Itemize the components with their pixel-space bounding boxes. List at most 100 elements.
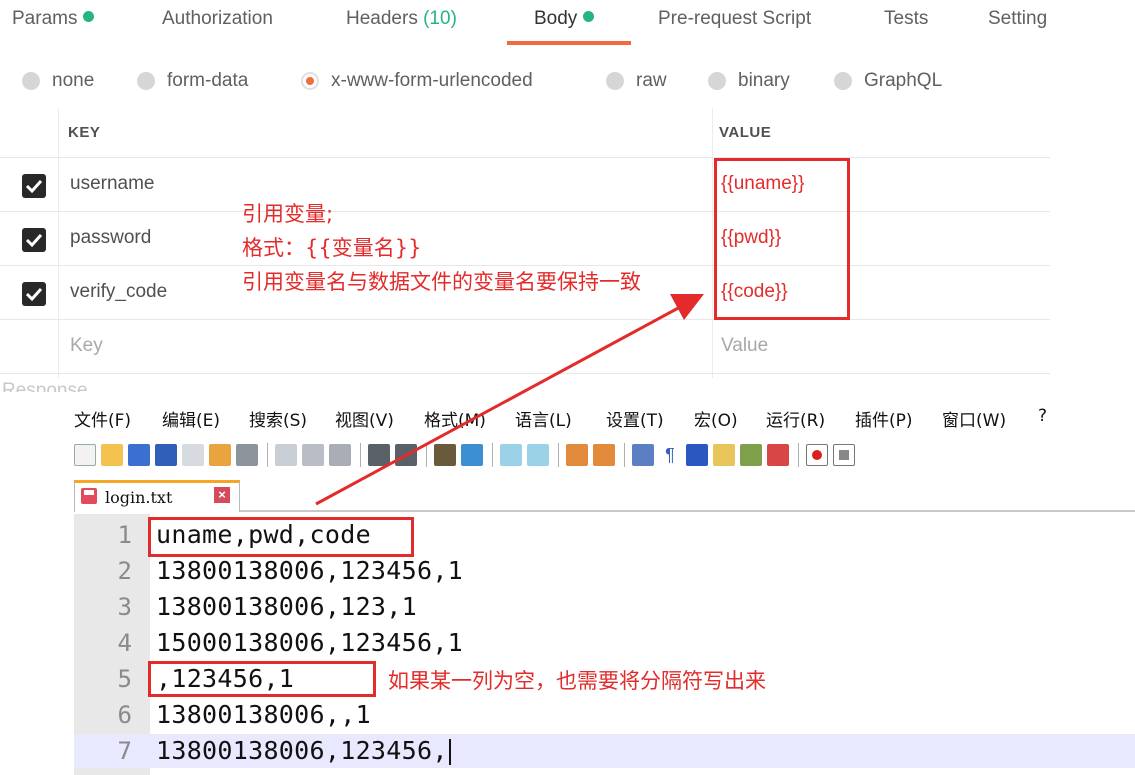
- line-number: 4: [117, 629, 132, 657]
- undo-icon[interactable]: [368, 444, 390, 466]
- file-tab-login[interactable]: login.txt ×: [74, 480, 240, 512]
- radio-x-www-form-urlencoded[interactable]: x-www-form-urlencoded: [301, 70, 533, 92]
- response-label: Response: [2, 380, 88, 392]
- tab-authorization[interactable]: Authorization: [162, 8, 273, 30]
- row-checkbox[interactable]: [22, 228, 46, 252]
- close-all-icon[interactable]: [209, 444, 231, 466]
- toolbar: ¶: [74, 440, 1135, 470]
- menu-plugins[interactable]: 插件(P): [855, 406, 913, 431]
- value-column-header: VALUE: [719, 124, 772, 141]
- postman-request-panel: Params Authorization Headers (10) Body P…: [0, 0, 1050, 392]
- menu-help[interactable]: ?: [1038, 406, 1047, 426]
- line-number: 7: [117, 737, 132, 765]
- toolbar-separator: [360, 443, 361, 467]
- menu-file[interactable]: 文件(F): [74, 406, 131, 431]
- params-status-dot: [83, 11, 95, 23]
- key-column-header: KEY: [68, 124, 101, 141]
- close-file-icon[interactable]: [182, 444, 204, 466]
- radio-raw[interactable]: raw: [606, 70, 667, 92]
- redo-icon[interactable]: [395, 444, 417, 466]
- notepad-window: 文件(F) 编辑(E) 搜索(S) 视图(V) 格式(M) 语言(L) 设置(T…: [74, 392, 1135, 775]
- table-header: KEY VALUE: [0, 108, 1050, 158]
- tab-body[interactable]: Body: [534, 8, 595, 30]
- new-key-input[interactable]: Key: [70, 335, 103, 357]
- find-icon[interactable]: [434, 444, 456, 466]
- menu-edit[interactable]: 编辑(E): [162, 406, 220, 431]
- zoom-in-icon[interactable]: [500, 444, 522, 466]
- text-caret: [448, 739, 451, 765]
- doc-map-icon[interactable]: [713, 444, 735, 466]
- folder-workspace-icon[interactable]: [767, 444, 789, 466]
- radio-binary[interactable]: binary: [708, 70, 790, 92]
- line-text[interactable]: 13800138006,123456,1: [156, 556, 463, 585]
- highlight-box-values: [714, 158, 850, 320]
- table-row-new: Key Value: [0, 320, 1050, 374]
- menu-settings[interactable]: 设置(T): [606, 406, 664, 431]
- request-tabs: Params Authorization Headers (10) Body P…: [0, 0, 1050, 48]
- annotation-keep-consistent: 引用变量名与数据文件的变量名要保持一致: [242, 270, 641, 294]
- row-checkbox[interactable]: [22, 174, 46, 198]
- toolbar-separator: [798, 443, 799, 467]
- radio-form-data[interactable]: form-data: [137, 70, 248, 92]
- tab-tests[interactable]: Tests: [884, 8, 928, 30]
- line-text[interactable]: 15000138006,123456,1: [156, 628, 463, 657]
- check-icon: [25, 287, 43, 302]
- tab-params[interactable]: Params: [12, 8, 95, 30]
- word-wrap-icon[interactable]: [632, 444, 654, 466]
- menu-format[interactable]: 格式(M): [424, 406, 486, 431]
- function-list-icon[interactable]: [740, 444, 762, 466]
- check-icon: [25, 233, 43, 248]
- body-status-dot: [583, 11, 595, 23]
- menu-language[interactable]: 语言(L): [515, 406, 572, 431]
- menu-run[interactable]: 运行(R): [766, 406, 825, 431]
- radio-circle-icon: [22, 72, 40, 90]
- cut-icon[interactable]: [275, 444, 297, 466]
- key-cell[interactable]: username: [70, 173, 155, 195]
- stop-macro-icon[interactable]: [833, 444, 855, 466]
- save-icon[interactable]: [128, 444, 150, 466]
- line-number: 6: [117, 701, 132, 729]
- line-text[interactable]: 13800138006,123,1: [156, 592, 417, 621]
- replace-icon[interactable]: [461, 444, 483, 466]
- menu-bar: 文件(F) 编辑(E) 搜索(S) 视图(V) 格式(M) 语言(L) 设置(T…: [74, 406, 1135, 432]
- record-macro-icon[interactable]: [806, 444, 828, 466]
- line-text[interactable]: 13800138006,,1: [156, 700, 371, 729]
- row-checkbox[interactable]: [22, 282, 46, 306]
- radio-selected-icon: [301, 72, 319, 90]
- sync-horizontal-icon[interactable]: [593, 444, 615, 466]
- active-tab-underline: [507, 41, 631, 45]
- new-value-input[interactable]: Value: [721, 335, 768, 357]
- editor-line: 4 15000138006,123456,1: [74, 626, 1135, 660]
- annotation-format: 格式：{{变量名}}: [242, 236, 422, 260]
- radio-circle-icon: [137, 72, 155, 90]
- indent-guide-icon[interactable]: [686, 444, 708, 466]
- close-tab-icon[interactable]: ×: [214, 487, 230, 503]
- zoom-out-icon[interactable]: [527, 444, 549, 466]
- paste-icon[interactable]: [329, 444, 351, 466]
- editor-line-current: 7 13800138006,123456,: [74, 734, 1135, 768]
- print-icon[interactable]: [236, 444, 258, 466]
- radio-circle-icon: [708, 72, 726, 90]
- line-text[interactable]: 13800138006,123456,: [156, 736, 451, 765]
- key-cell[interactable]: verify_code: [70, 281, 167, 303]
- open-file-icon[interactable]: [101, 444, 123, 466]
- menu-view[interactable]: 视图(V): [335, 406, 394, 431]
- menu-macro[interactable]: 宏(O): [694, 406, 738, 431]
- toolbar-separator: [624, 443, 625, 467]
- new-file-icon[interactable]: [74, 444, 96, 466]
- show-all-chars-icon[interactable]: ¶: [659, 444, 681, 466]
- save-all-icon[interactable]: [155, 444, 177, 466]
- editor-line: 6 13800138006,,1: [74, 698, 1135, 732]
- menu-window[interactable]: 窗口(W): [942, 406, 1006, 431]
- tab-pre-request-script[interactable]: Pre-request Script: [658, 8, 811, 30]
- radio-none[interactable]: none: [22, 70, 94, 92]
- menu-search[interactable]: 搜索(S): [249, 406, 307, 431]
- radio-graphql[interactable]: GraphQL: [834, 70, 942, 92]
- tab-settings[interactable]: Setting: [988, 8, 1047, 30]
- sync-vertical-icon[interactable]: [566, 444, 588, 466]
- table-row: password {{pwd}}: [0, 212, 1050, 266]
- key-cell[interactable]: password: [70, 227, 151, 249]
- copy-icon[interactable]: [302, 444, 324, 466]
- tab-headers[interactable]: Headers (10): [346, 8, 457, 30]
- toolbar-separator: [426, 443, 427, 467]
